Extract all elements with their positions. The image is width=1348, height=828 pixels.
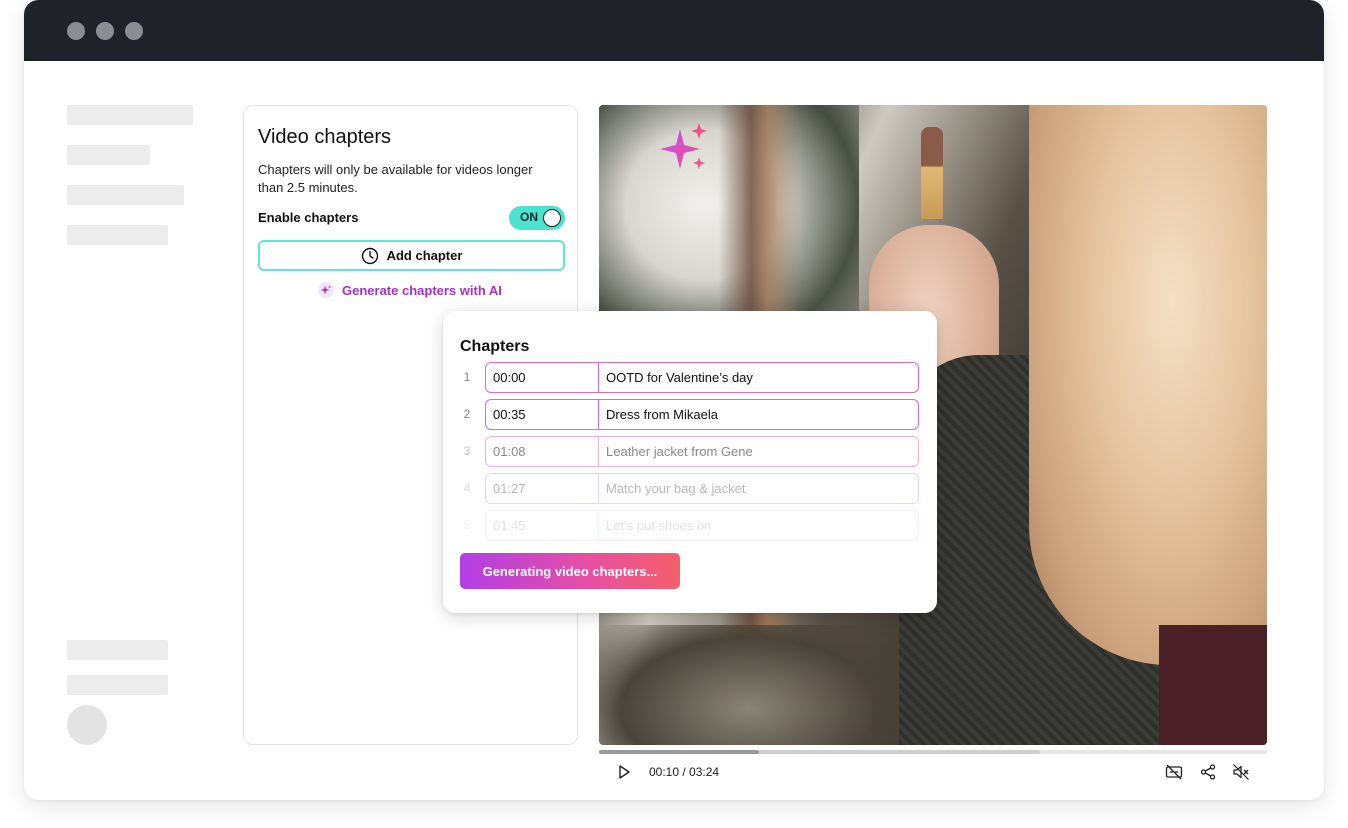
sidebar-placeholder: [67, 185, 184, 205]
chapter-time-input[interactable]: 01:27: [486, 474, 599, 503]
chapter-title-input[interactable]: Match your bag & jacket: [599, 474, 918, 503]
captions-off-icon: [1165, 763, 1183, 781]
sparkle-icon: [654, 123, 714, 184]
time-display: 00:10 / 03:24: [649, 765, 720, 779]
sidebar-placeholder: [67, 225, 168, 245]
seek-bar[interactable]: [599, 750, 1267, 754]
enable-chapters-label: Enable chapters: [258, 210, 359, 225]
chapter-fields: 00:35 Dress from Mikaela: [485, 399, 919, 430]
chapter-title-input[interactable]: Dress from Mikaela: [599, 400, 918, 429]
chapter-row[interactable]: 4 01:27 Match your bag & jacket: [460, 473, 920, 504]
chapter-title-input[interactable]: Leather jacket from Gene: [599, 437, 918, 466]
sidebar-placeholder: [67, 675, 168, 695]
chapter-title-input[interactable]: Let’s put shoes on: [599, 511, 918, 540]
chapter-row[interactable]: 5 01:45 Let’s put shoes on: [460, 510, 920, 541]
generate-chapters-ai-link[interactable]: Generate chapters with AI: [318, 282, 502, 298]
enable-chapters-toggle[interactable]: ON: [509, 206, 565, 230]
generate-chapters-ai-label: Generate chapters with AI: [342, 282, 502, 298]
chapter-number: 2: [463, 407, 471, 421]
panel-title: Video chapters: [258, 126, 392, 148]
chapter-row[interactable]: 1 00:00 OOTD for Valentine’s day: [460, 362, 920, 393]
avatar-placeholder: [67, 705, 107, 745]
add-chapter-label: Add chapter: [386, 248, 463, 263]
share-button[interactable]: [1199, 762, 1217, 782]
window-dot-icon[interactable]: [125, 22, 143, 40]
window-titlebar: [24, 0, 1324, 61]
play-button[interactable]: [616, 762, 632, 782]
lipstick: [921, 127, 943, 219]
chapter-fields: 00:00 OOTD for Valentine’s day: [485, 362, 919, 393]
captions-button[interactable]: [1165, 762, 1183, 782]
volume-button[interactable]: [1232, 762, 1250, 782]
chapter-fields: 01:08 Leather jacket from Gene: [485, 436, 919, 467]
generating-chapters-button[interactable]: Generating video chapters...: [460, 553, 680, 589]
chapter-number: 3: [463, 444, 471, 458]
panel-description: Chapters will only be available for vide…: [258, 162, 533, 195]
chapter-time-input[interactable]: 00:35: [486, 400, 599, 429]
chapter-number: 1: [463, 370, 471, 384]
chapters-title: Chapters: [460, 338, 530, 355]
browser-window: Video chapters Chapters will only be ava…: [24, 0, 1324, 800]
toggle-knob: [543, 209, 561, 227]
chapter-time-input[interactable]: 01:45: [486, 511, 599, 540]
seek-played: [599, 750, 760, 754]
chapter-row[interactable]: 3 01:08 Leather jacket from Gene: [460, 436, 920, 467]
window-dot-icon[interactable]: [67, 22, 85, 40]
dress: [1159, 625, 1267, 745]
clock-icon: [361, 247, 379, 265]
sidebar-placeholder: [67, 105, 193, 125]
blonde-hair: [1029, 105, 1267, 665]
volume-muted-icon: [1232, 763, 1250, 781]
sidebar-placeholder: [67, 640, 168, 660]
window-dot-icon[interactable]: [96, 22, 114, 40]
chapter-time-input[interactable]: 01:08: [486, 437, 599, 466]
chapter-number: 4: [463, 481, 471, 495]
toggle-state-label: ON: [520, 210, 538, 224]
sparkle-icon: [318, 282, 334, 298]
chapter-title-input[interactable]: OOTD for Valentine’s day: [599, 363, 918, 392]
chapter-row[interactable]: 2 00:35 Dress from Mikaela: [460, 399, 920, 430]
play-icon: [616, 764, 632, 780]
chapter-time-input[interactable]: 00:00: [486, 363, 599, 392]
chapter-fields: 01:45 Let’s put shoes on: [485, 510, 919, 541]
chapter-number: 5: [463, 518, 471, 532]
sidebar-placeholder: [67, 145, 150, 165]
table-decor: [599, 625, 899, 745]
chapter-fields: 01:27 Match your bag & jacket: [485, 473, 919, 504]
add-chapter-button[interactable]: Add chapter: [258, 240, 565, 271]
share-icon: [1199, 763, 1217, 781]
chapters-card: Chapters 1 00:00 OOTD for Valentine’s da…: [443, 311, 937, 613]
